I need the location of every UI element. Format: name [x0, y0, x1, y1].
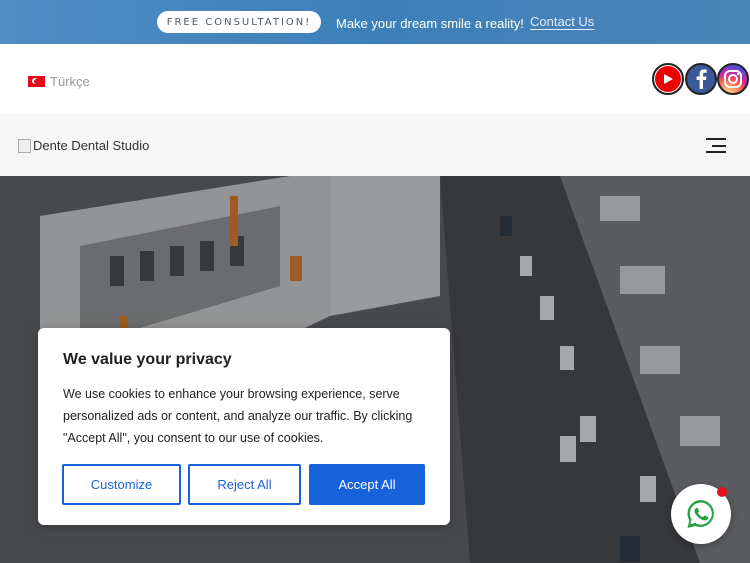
cookie-dialog-title: We value your privacy — [63, 351, 232, 368]
broken-image-icon — [18, 138, 31, 153]
reject-all-button[interactable]: Reject All — [188, 464, 301, 505]
site-header: Dente Dental Studio — [0, 114, 750, 176]
logo-alt-text: Dente Dental Studio — [33, 138, 150, 153]
language-social-bar: Türkçe — [0, 44, 750, 114]
cookie-dialog-text: We use cookies to enhance your browsing … — [63, 387, 413, 445]
free-consultation-button[interactable]: FREE CONSULTATION! — [157, 11, 321, 33]
instagram-icon[interactable] — [717, 63, 749, 95]
customize-button[interactable]: Customize — [62, 464, 181, 505]
menu-icon[interactable] — [706, 138, 726, 153]
facebook-icon[interactable] — [685, 63, 717, 95]
youtube-icon[interactable] — [652, 63, 684, 95]
contact-us-link[interactable]: Contact Us — [530, 14, 594, 29]
accept-all-button[interactable]: Accept All — [309, 464, 425, 505]
notification-dot — [717, 487, 727, 497]
whatsapp-icon — [687, 500, 714, 528]
cookie-consent-dialog: We value your privacy We use cookies to … — [38, 328, 450, 525]
top-banner: FREE CONSULTATION! Make your dream smile… — [0, 0, 750, 44]
site-logo[interactable]: Dente Dental Studio — [18, 138, 149, 153]
turkey-flag-icon — [28, 76, 45, 87]
banner-tagline: Make your dream smile a reality! — [336, 16, 524, 31]
language-switcher[interactable]: Türkçe — [28, 74, 90, 89]
language-label: Türkçe — [50, 74, 90, 89]
